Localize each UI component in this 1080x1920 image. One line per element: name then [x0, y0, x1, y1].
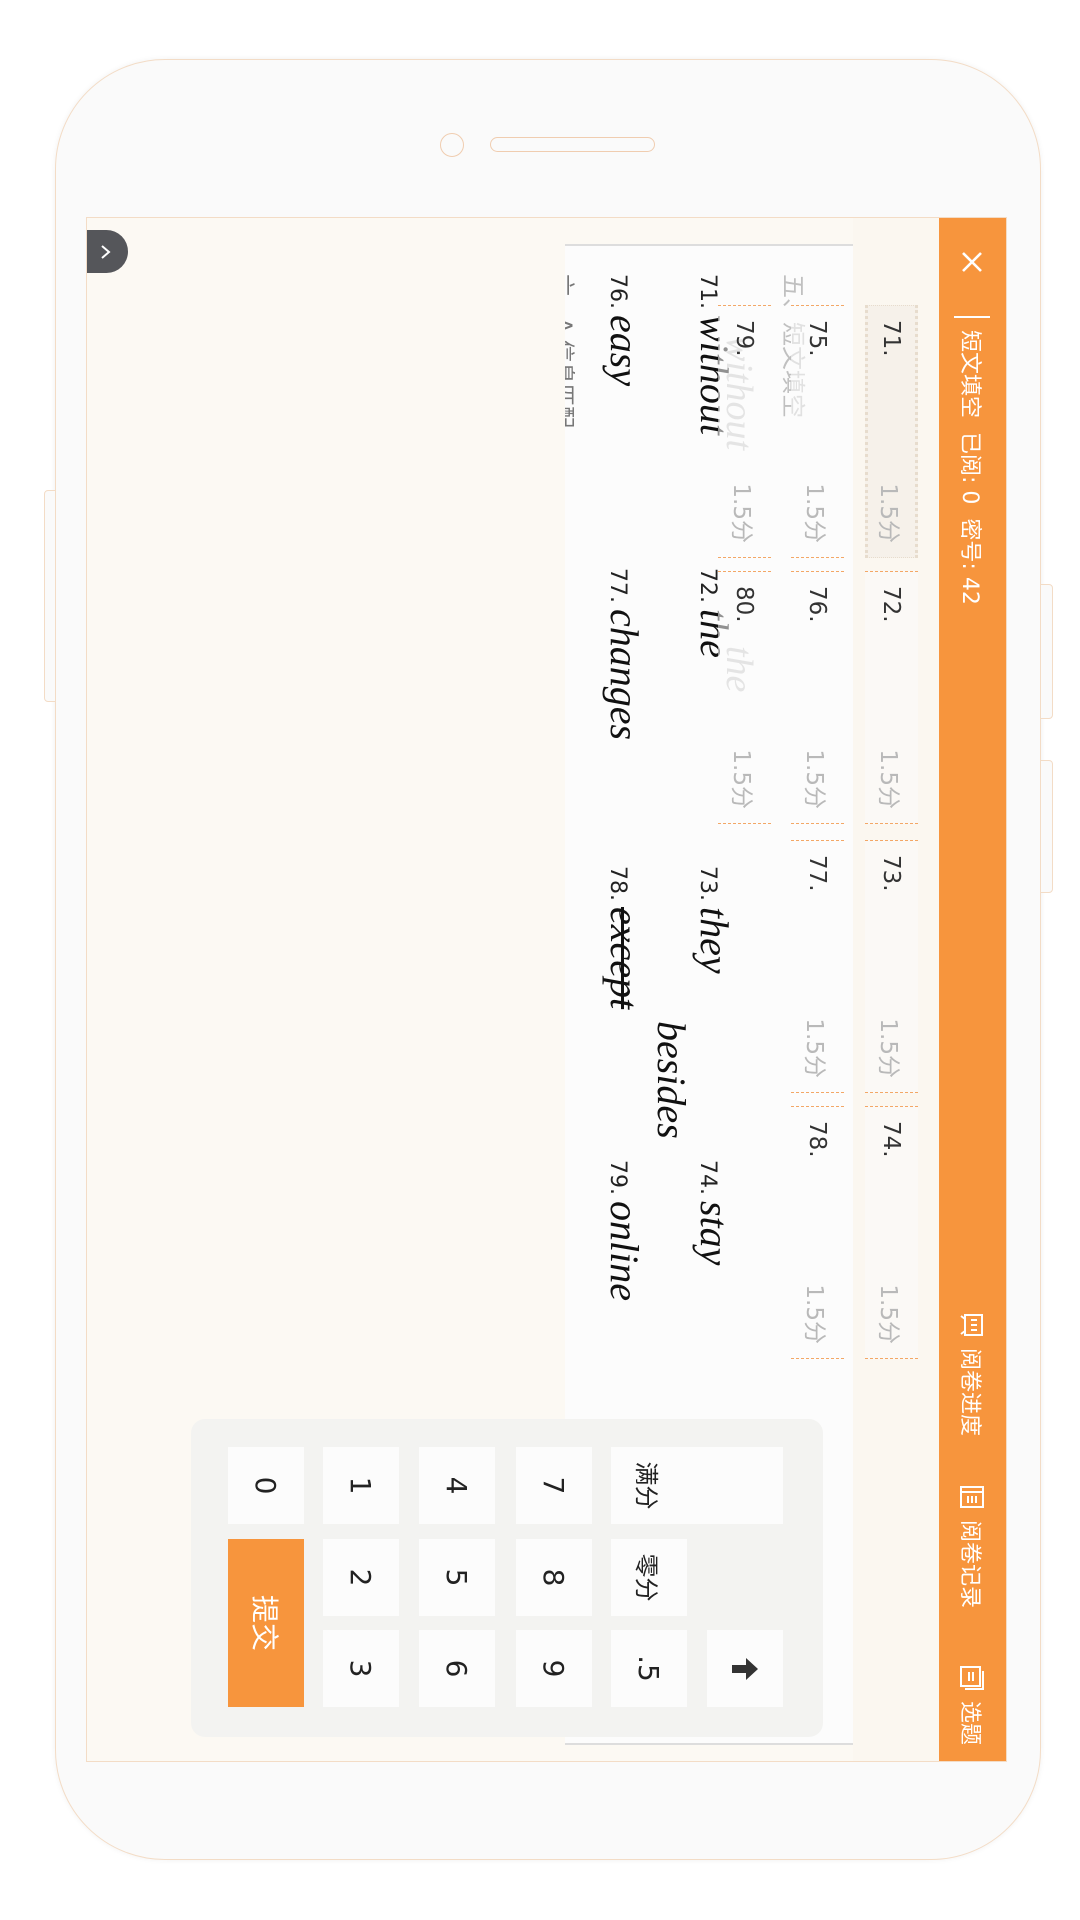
- answer-79: 79. online: [601, 1160, 648, 1301]
- score-cell[interactable]: 76. 1.5分: [791, 571, 844, 824]
- question-number: 76.: [804, 586, 831, 623]
- answer-74: 74. stay: [691, 1160, 738, 1265]
- question-number: 77.: [804, 855, 831, 892]
- question-points: 1.5分: [801, 1018, 828, 1078]
- key-5[interactable]: 5: [419, 1539, 495, 1616]
- answer-number: 79.: [605, 1160, 630, 1195]
- chevron-up-icon: [101, 244, 112, 259]
- phone-camera: [440, 133, 464, 157]
- select-question-button[interactable]: 选题: [939, 1665, 1006, 1745]
- header-info: 短文填空 已阅: 0 密号: 42: [939, 330, 1006, 605]
- key-8[interactable]: 8: [516, 1539, 592, 1616]
- key-point5[interactable]: .5: [611, 1630, 687, 1707]
- question-number: 73.: [878, 855, 905, 892]
- question-points: 1.5分: [875, 483, 902, 543]
- answer-77: 77. changes: [601, 568, 648, 740]
- key-0[interactable]: 0: [228, 1447, 304, 1524]
- select-label: 选题: [957, 1701, 983, 1746]
- answer-76: 76. easy: [601, 274, 648, 386]
- read-count: 已阅: 0: [957, 432, 983, 505]
- score-cell[interactable]: 77. 1.5分: [791, 840, 844, 1093]
- score-cell[interactable]: 75. 1.5分: [791, 305, 844, 558]
- progress-label: 阅卷进度: [957, 1348, 983, 1437]
- answer-number: 74.: [695, 1160, 720, 1195]
- key-zero-score[interactable]: 零分: [611, 1539, 687, 1616]
- phone-volume-up-button: [1040, 584, 1053, 719]
- question-number: 79.: [731, 320, 758, 357]
- arrow-up-icon: [732, 1657, 758, 1680]
- question-points: 1.5分: [728, 749, 755, 809]
- paper-code: 密号: 42: [957, 518, 983, 605]
- question-points: 1.5分: [875, 749, 902, 809]
- answer-text: online: [602, 1201, 647, 1301]
- next-section-title: 六、A 信息匹配: [565, 274, 575, 429]
- phone-volume-down-button: [1040, 760, 1053, 893]
- score-cell[interactable]: 73. 1.5分: [865, 840, 918, 1093]
- answer-text-struck: except: [602, 907, 647, 1010]
- progress-icon: [960, 1314, 984, 1336]
- answer-number: 73.: [695, 866, 720, 901]
- record-label: 阅卷记录: [957, 1520, 983, 1609]
- record-icon: [960, 1486, 985, 1508]
- question-number: 71.: [878, 320, 905, 357]
- backspace-key[interactable]: [707, 1630, 783, 1707]
- submit-button[interactable]: 提交: [228, 1539, 304, 1707]
- question-points: 1.5分: [801, 749, 828, 809]
- key-6[interactable]: 6: [419, 1630, 495, 1707]
- record-button[interactable]: 阅卷记录: [939, 1484, 1006, 1608]
- question-number: 75.: [804, 320, 831, 357]
- score-keypad: 满分零分 .5 7 8 9 4 5 6 1 2 3 0 提交: [191, 1419, 823, 1737]
- key-3[interactable]: 3: [323, 1630, 399, 1707]
- progress-button[interactable]: 阅卷进度: [939, 1312, 1006, 1436]
- answer-73: 73. they: [691, 866, 738, 974]
- question-type: 短文填空: [957, 330, 983, 419]
- question-number: 78.: [804, 1121, 831, 1158]
- phone-speaker: [490, 137, 655, 152]
- answer-correction: besides: [649, 1021, 694, 1139]
- score-cell[interactable]: 72. 1.5分: [865, 571, 918, 824]
- score-cell[interactable]: 80. 1.5分: [718, 571, 771, 824]
- answer-number: 72.: [695, 568, 720, 603]
- question-points: 1.5分: [875, 1284, 902, 1344]
- answer-number: 71.: [695, 274, 720, 309]
- answer-number: 77.: [605, 568, 630, 603]
- question-number: 80.: [731, 586, 758, 623]
- expand-panel-tab[interactable]: [86, 230, 128, 273]
- answer-text: stay: [692, 1201, 737, 1266]
- answer-text: they: [692, 907, 737, 974]
- key-full-score[interactable]: 满分: [611, 1447, 687, 1524]
- select-icon: [960, 1666, 985, 1690]
- key-1[interactable]: 1: [323, 1447, 399, 1524]
- score-cell[interactable]: 78. 1.5分: [791, 1106, 844, 1359]
- question-points: 1.5分: [728, 483, 755, 543]
- grading-screen: 五、短文填空 without the 71.without 72.the 73.…: [86, 217, 1007, 1762]
- answer-text: changes: [602, 609, 647, 741]
- score-cell[interactable]: 71. 1.5分: [865, 305, 918, 558]
- answer-number: 76.: [605, 274, 630, 309]
- score-cell[interactable]: 79. 1.5分: [718, 305, 771, 558]
- close-icon: [962, 252, 983, 272]
- question-number: 72.: [878, 586, 905, 623]
- close-button[interactable]: [939, 246, 1006, 278]
- key-2[interactable]: 2: [323, 1539, 399, 1616]
- score-cell[interactable]: 74. 1.5分: [865, 1106, 918, 1359]
- answer-78: 78. except: [601, 866, 648, 1009]
- key-9[interactable]: 9: [516, 1630, 592, 1707]
- key-7[interactable]: 7: [516, 1447, 592, 1524]
- answer-number: 78.: [605, 866, 630, 901]
- question-number: 74.: [878, 1121, 905, 1158]
- question-points: 1.5分: [801, 1284, 828, 1344]
- key-4[interactable]: 4: [419, 1447, 495, 1524]
- phone-side-button: [44, 490, 56, 702]
- divider: [954, 316, 990, 318]
- answer-text: easy: [602, 315, 647, 387]
- question-points: 1.5分: [875, 1018, 902, 1078]
- top-bar: 短文填空 已阅: 0 密号: 42 阅卷进度 阅卷记录 选题: [939, 218, 1006, 1761]
- question-points: 1.5分: [801, 483, 828, 543]
